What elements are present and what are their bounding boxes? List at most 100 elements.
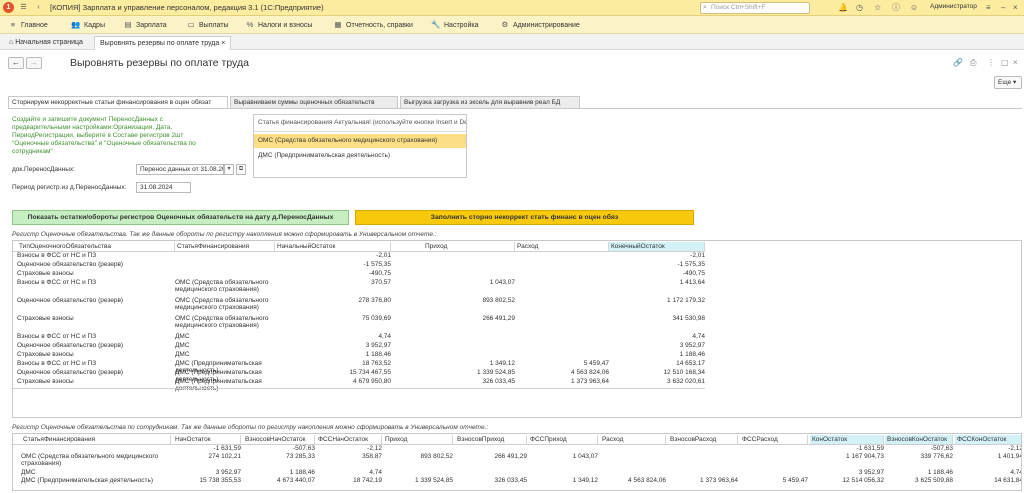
menu-item-main[interactable]: ≡ Главное bbox=[8, 19, 48, 31]
history-icon[interactable]: ◷ bbox=[856, 2, 863, 14]
minimize-icon[interactable]: – bbox=[1001, 2, 1005, 14]
menu-item-salary[interactable]: ▤ Зарплата bbox=[123, 19, 166, 31]
page-title: Выровнять резервы по оплате труда bbox=[70, 57, 249, 69]
table-cell: -1 575,35 bbox=[677, 261, 705, 268]
window-tabs: ⌂ Начальная страница Выровнять резервы п… bbox=[0, 34, 1024, 50]
column-header: ВзносовНачОстаток bbox=[243, 435, 315, 444]
table-cell: Страховые взносы bbox=[17, 315, 74, 322]
table-cell: 1 188,46 bbox=[289, 469, 315, 476]
financing-list-item[interactable]: ДМС (Предпринимательская деятельность) bbox=[254, 149, 466, 163]
table-cell: Оценочное обязательство (резерв) bbox=[17, 297, 124, 304]
current-user[interactable]: Администратор bbox=[930, 3, 977, 10]
column-header: ФССПриход bbox=[528, 435, 598, 444]
wallet-icon: ▭ bbox=[187, 20, 195, 29]
global-search-input[interactable]: ⌕ Поиск Ctrl+Shift+F bbox=[700, 2, 810, 14]
table-cell: Взносы в ФСС от НС и ПЗ bbox=[17, 333, 97, 340]
period-field-label: Период регистр.из д.ПереносДанных: bbox=[12, 184, 127, 191]
table2-caption: Регистр Оценочные обязательства по сотру… bbox=[12, 424, 489, 431]
table-cell: 1 339 524,85 bbox=[415, 477, 453, 484]
show-balances-button[interactable]: Показать остатки/обороты регистров Оцено… bbox=[12, 210, 349, 225]
table-cell: 1 349,12 bbox=[489, 360, 515, 367]
link-icon[interactable]: 🔗 bbox=[953, 58, 963, 67]
table-cell: 14 631,84 bbox=[994, 477, 1022, 484]
estimated-liabilities-table[interactable]: ТипОценочногоОбязательства СтатьяФинансир… bbox=[12, 240, 1022, 418]
tab-home-page[interactable]: ⌂ Начальная страница bbox=[4, 36, 88, 50]
table1-caption: Регистр Оценочные обязательства. Так же … bbox=[12, 231, 437, 238]
menu-item-admin[interactable]: ⚙ Администрирование bbox=[500, 19, 580, 31]
settings-icon[interactable]: ≡ bbox=[986, 2, 991, 14]
close-form-icon[interactable]: × bbox=[1013, 58, 1018, 67]
table-cell: 73 285,33 bbox=[286, 453, 315, 460]
column-header: Расход bbox=[600, 435, 666, 444]
financing-list-item[interactable]: ОМС (Средства обязательного медицинского… bbox=[254, 134, 466, 148]
column-header: НачальныйОстаток bbox=[275, 242, 391, 251]
column-header: КонечныйОстаток bbox=[609, 242, 705, 251]
table-cell: 15 734 467,55 bbox=[349, 369, 391, 376]
financing-list-header: Статья финансирования Актуальная! (испол… bbox=[254, 115, 466, 132]
document-icon: ▤ bbox=[124, 20, 132, 29]
more-button[interactable]: Еще ▾ bbox=[994, 76, 1022, 89]
table-cell: ОМС (Средства обязательного медицинского… bbox=[175, 315, 269, 330]
table-cell: 15 738 355,53 bbox=[199, 477, 241, 484]
favorites-icon[interactable]: ☆ bbox=[874, 2, 881, 14]
table-cell: 75 039,69 bbox=[362, 315, 391, 322]
back-button[interactable]: ← bbox=[8, 57, 24, 69]
table-cell: 3 625 509,88 bbox=[915, 477, 953, 484]
tab-align-reserves[interactable]: Выровнять резервы по оплате труда × bbox=[94, 36, 232, 50]
table-cell: Взносы в ФСС от НС и ПЗ bbox=[17, 252, 97, 259]
percent-icon: % bbox=[246, 20, 254, 29]
menu-item-taxes[interactable]: % Налоги и взносы bbox=[245, 19, 313, 31]
forward-button[interactable]: → bbox=[26, 57, 42, 69]
table-cell: -2,12 bbox=[367, 445, 382, 452]
table-cell: -2,01 bbox=[690, 252, 705, 259]
table-cell: 5 459,47 bbox=[583, 360, 609, 367]
table-cell: 1 373 963,64 bbox=[571, 378, 609, 385]
print-icon[interactable]: ⎙ bbox=[970, 58, 976, 68]
table-cell: 12 510 168,34 bbox=[663, 369, 705, 376]
table-cell: 4 679 950,80 bbox=[353, 378, 391, 385]
doc-field-open[interactable]: ⧉ bbox=[236, 164, 246, 175]
report-icon: ▦ bbox=[334, 20, 342, 29]
table-cell: Страховые взносы bbox=[17, 378, 74, 385]
table-cell: 4,74 bbox=[378, 333, 391, 340]
menu-item-staff[interactable]: 👥 Кадры bbox=[71, 19, 105, 31]
table-cell: ОМС (Средства обязательного медицинского… bbox=[175, 297, 269, 312]
close-tab-icon[interactable]: × bbox=[219, 40, 225, 47]
table-cell: 278 376,80 bbox=[358, 297, 391, 304]
menu-grid-icon[interactable]: ☰ bbox=[18, 2, 29, 13]
column-header: КонОстаток bbox=[810, 435, 884, 444]
column-header: Приход bbox=[383, 435, 453, 444]
info-icon[interactable]: ⓘ bbox=[892, 2, 900, 14]
table-cell: -490,75 bbox=[682, 270, 705, 277]
back-icon[interactable]: ‹ bbox=[33, 2, 44, 13]
table-cell: 4,74 bbox=[1010, 469, 1022, 476]
doc-field-dropdown[interactable]: ▾ bbox=[224, 164, 234, 175]
window-title: [КОПИЯ] Зарплата и управление персоналом… bbox=[50, 3, 324, 12]
table-cell: 18 763,52 bbox=[362, 360, 391, 367]
column-header: ВзносовРасход bbox=[668, 435, 738, 444]
menu-item-settings[interactable]: 🔧 Настройка bbox=[431, 19, 478, 31]
doc-field-input[interactable]: Перенос данных от 31.08.2024 bbox=[136, 164, 224, 175]
table-cell: 3 632 020,61 bbox=[667, 378, 705, 385]
table-cell: 1 349,12 bbox=[572, 477, 598, 484]
column-header: СтатьяФинансирования bbox=[21, 435, 171, 444]
maximize-icon[interactable]: ▢ bbox=[1001, 58, 1009, 67]
table-cell: Страховые взносы bbox=[17, 351, 74, 358]
table-cell: -2,12 bbox=[1008, 445, 1022, 452]
table-cell: 1 401,94 bbox=[997, 453, 1022, 460]
fill-storno-button[interactable]: Заполнить сторно некоррект стать финанс … bbox=[355, 210, 694, 225]
employee-liabilities-table[interactable]: СтатьяФинансирования НачОстаток ВзносовНач… bbox=[12, 433, 1022, 491]
table-cell: 3 952,97 bbox=[858, 469, 884, 476]
menu-item-payments[interactable]: ▭ Выплаты bbox=[186, 19, 228, 31]
more-vertical-icon[interactable]: ⋮ bbox=[987, 58, 995, 67]
table-cell: 1 188,46 bbox=[679, 351, 705, 358]
table-cell: 5 459,47 bbox=[782, 477, 808, 484]
user-icon[interactable]: ☺ bbox=[910, 2, 918, 14]
menu-item-reports[interactable]: ▦ Отчетность, справки bbox=[333, 19, 412, 31]
close-icon[interactable]: × bbox=[1013, 2, 1018, 14]
period-field-input[interactable]: 31.08.2024 bbox=[136, 182, 191, 193]
table-cell: 18 742,19 bbox=[353, 477, 382, 484]
table-cell: -1 575,35 bbox=[363, 261, 391, 268]
notification-icon[interactable]: 🔔 bbox=[838, 2, 848, 14]
table-cell: ОМС (Средства обязательного медицинского… bbox=[21, 453, 159, 468]
